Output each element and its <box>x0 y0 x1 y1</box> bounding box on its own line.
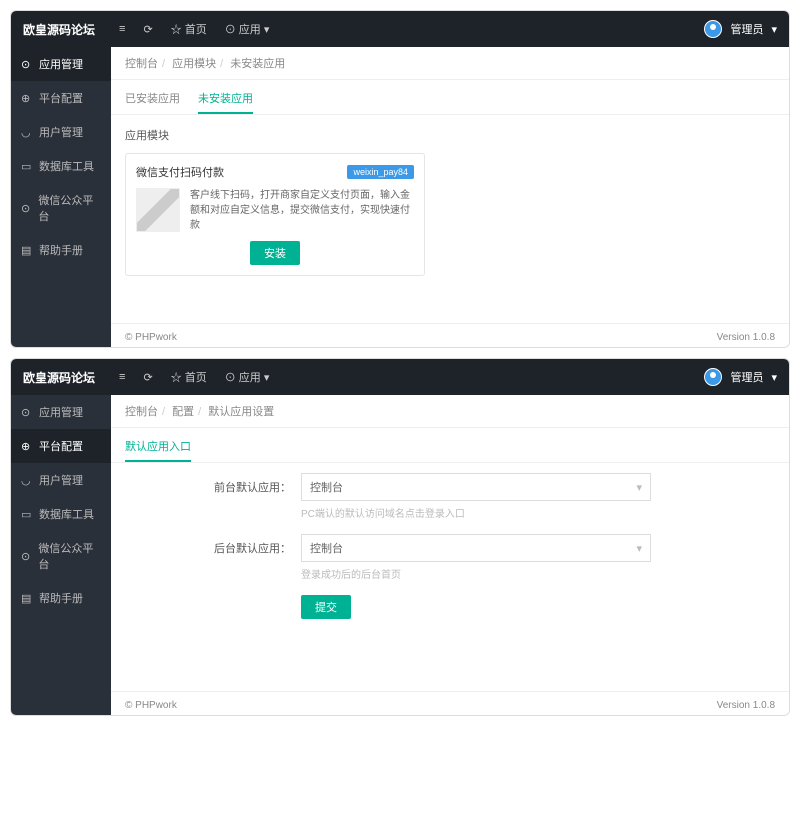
settings-icon: ⊕ <box>21 92 33 104</box>
book-icon: ▤ <box>21 244 33 256</box>
app-card: 微信支付扫码付款 weixin_pay84 客户线下扫码，打开商家自定义支付页面… <box>125 153 425 276</box>
tab-default-entry[interactable]: 默认应用入口 <box>125 428 191 462</box>
hint-frontend: PC端认的默认访问域名点击登录入口 <box>301 505 651 520</box>
label-frontend: 前台默认应用： <box>111 473 291 495</box>
database-icon-2: ▭ <box>21 508 33 520</box>
submit-button[interactable]: 提交 <box>301 595 351 619</box>
refresh-icon[interactable]: ⟳ <box>143 23 152 36</box>
tabs-2: 默认应用入口 <box>111 428 789 463</box>
module-badge: weixin_pay84 <box>347 165 414 179</box>
footer-left: © PHPwork <box>125 332 177 343</box>
tab-installed[interactable]: 已安装应用 <box>125 80 180 114</box>
chevron-down-icon-2: ▾ <box>771 371 777 384</box>
home-link[interactable]: ☆ 首页 <box>171 21 207 37</box>
chevron-down-icon-select2: ▾ <box>636 542 642 555</box>
install-button[interactable]: 安装 <box>250 241 300 265</box>
crumb-1[interactable]: 控制台 <box>125 58 158 70</box>
chevron-down-icon: ▾ <box>771 23 777 36</box>
form-row-submit: 提交 <box>111 595 789 619</box>
breadcrumb: 控制台/ 应用模块/ 未安装应用 <box>111 47 789 80</box>
sidebar-item-wechat-2[interactable]: ⊙微信公众平台 <box>11 531 111 581</box>
card-thumbnail <box>136 188 180 232</box>
footer-left-2: © PHPwork <box>125 700 177 711</box>
settings-icon-2: ⊕ <box>21 440 33 452</box>
hint-backend: 登录成功后的后台首页 <box>301 566 651 581</box>
sidebar-item-db-tools-2[interactable]: ▭数据库工具 <box>11 497 111 531</box>
top-actions-2: ≡ ⟳ ☆ 首页 ⊙ 应用 ▾ <box>119 369 269 385</box>
avatar-icon-2 <box>704 368 722 386</box>
app-dropdown-2[interactable]: ⊙ 应用 ▾ <box>225 369 270 385</box>
section-title: 应用模块 <box>125 127 775 143</box>
username-2: 管理员 <box>730 369 763 385</box>
sidebar-2: ⊙应用管理 ⊕平台配置 ◡用户管理 ▭数据库工具 ⊙微信公众平台 ▤帮助手册 <box>11 395 111 715</box>
breadcrumb-2: 控制台/ 配置/ 默认应用设置 <box>111 395 789 428</box>
user-menu-2[interactable]: 管理员 ▾ <box>704 368 777 386</box>
crumb-3: 未安装应用 <box>230 58 285 70</box>
sidebar-item-user-manage[interactable]: ◡用户管理 <box>11 115 111 149</box>
top-actions: ≡ ⟳ ☆ 首页 ⊙ 应用 ▾ <box>119 21 269 37</box>
content: 应用模块 微信支付扫码付款 weixin_pay84 客户线下扫码，打开商家自定… <box>111 115 789 323</box>
sidebar-item-help[interactable]: ▤帮助手册 <box>11 233 111 267</box>
sidebar-item-db-tools[interactable]: ▭数据库工具 <box>11 149 111 183</box>
gear-icon: ⊙ <box>21 58 33 70</box>
sidebar-item-platform-config-2[interactable]: ⊕平台配置 <box>11 429 111 463</box>
label-backend: 后台默认应用： <box>111 534 291 556</box>
chevron-down-icon-select1: ▾ <box>636 481 642 494</box>
database-icon: ▭ <box>21 160 33 172</box>
select-backend[interactable]: 控制台 ▾ <box>301 534 651 562</box>
user-icon-2: ◡ <box>21 474 33 486</box>
sidebar-toggle-icon-2[interactable]: ≡ <box>119 371 125 383</box>
crumb-2b[interactable]: 配置 <box>172 406 194 418</box>
sidebar-toggle-icon[interactable]: ≡ <box>119 23 125 35</box>
card-description: 客户线下扫码，打开商家自定义支付页面，输入金额和对应自定义信息，提交微信支付，实… <box>190 188 414 233</box>
form-row-backend: 后台默认应用： 控制台 ▾ 登录成功后的后台首页 <box>111 534 789 581</box>
form-row-frontend: 前台默认应用： 控制台 ▾ PC端认的默认访问域名点击登录入口 <box>111 473 789 520</box>
window-2: 欧皇源码论坛 ≡ ⟳ ☆ 首页 ⊙ 应用 ▾ 管理员 ▾ ⊙应用管理 ⊕平台配置… <box>10 358 790 716</box>
footer: © PHPwork Version 1.0.8 <box>111 323 789 347</box>
sidebar-item-wechat[interactable]: ⊙微信公众平台 <box>11 183 111 233</box>
wechat-icon-2: ⊙ <box>21 550 32 562</box>
tab-not-installed[interactable]: 未安装应用 <box>198 80 253 114</box>
sidebar-item-app-manage[interactable]: ⊙应用管理 <box>11 47 111 81</box>
footer-2: © PHPwork Version 1.0.8 <box>111 691 789 715</box>
sidebar-item-app-manage-2[interactable]: ⊙应用管理 <box>11 395 111 429</box>
tabs: 已安装应用 未安装应用 <box>111 80 789 115</box>
brand: 欧皇源码论坛 <box>23 21 95 38</box>
username: 管理员 <box>730 21 763 37</box>
card-title: 微信支付扫码付款 <box>136 164 224 180</box>
form-content: 前台默认应用： 控制台 ▾ PC端认的默认访问域名点击登录入口 后台默认应用： … <box>111 463 789 691</box>
sidebar-item-user-manage-2[interactable]: ◡用户管理 <box>11 463 111 497</box>
book-icon-2: ▤ <box>21 592 33 604</box>
sidebar: ⊙应用管理 ⊕平台配置 ◡用户管理 ▭数据库工具 ⊙微信公众平台 ▤帮助手册 <box>11 47 111 347</box>
brand-2: 欧皇源码论坛 <box>23 369 95 386</box>
gear-icon-2: ⊙ <box>21 406 33 418</box>
avatar-icon <box>704 20 722 38</box>
user-menu[interactable]: 管理员 ▾ <box>704 20 777 38</box>
crumb-1b[interactable]: 控制台 <box>125 406 158 418</box>
crumb-3b: 默认应用设置 <box>208 406 274 418</box>
refresh-icon-2[interactable]: ⟳ <box>143 371 152 384</box>
footer-right: Version 1.0.8 <box>717 332 775 343</box>
footer-right-2: Version 1.0.8 <box>717 700 775 711</box>
topbar-2: 欧皇源码论坛 ≡ ⟳ ☆ 首页 ⊙ 应用 ▾ 管理员 ▾ <box>11 359 789 395</box>
window-1: 欧皇源码论坛 ≡ ⟳ ☆ 首页 ⊙ 应用 ▾ 管理员 ▾ ⊙应用管理 ⊕平台配置… <box>10 10 790 348</box>
topbar: 欧皇源码论坛 ≡ ⟳ ☆ 首页 ⊙ 应用 ▾ 管理员 ▾ <box>11 11 789 47</box>
main-1: 控制台/ 应用模块/ 未安装应用 已安装应用 未安装应用 应用模块 微信支付扫码… <box>111 47 789 347</box>
select-frontend[interactable]: 控制台 ▾ <box>301 473 651 501</box>
crumb-2[interactable]: 应用模块 <box>172 58 216 70</box>
app-dropdown[interactable]: ⊙ 应用 ▾ <box>225 21 270 37</box>
main-2: 控制台/ 配置/ 默认应用设置 默认应用入口 前台默认应用： 控制台 ▾ PC端… <box>111 395 789 715</box>
sidebar-item-help-2[interactable]: ▤帮助手册 <box>11 581 111 615</box>
wechat-icon: ⊙ <box>21 202 32 214</box>
user-icon: ◡ <box>21 126 33 138</box>
sidebar-item-platform-config[interactable]: ⊕平台配置 <box>11 81 111 115</box>
home-link-2[interactable]: ☆ 首页 <box>171 369 207 385</box>
